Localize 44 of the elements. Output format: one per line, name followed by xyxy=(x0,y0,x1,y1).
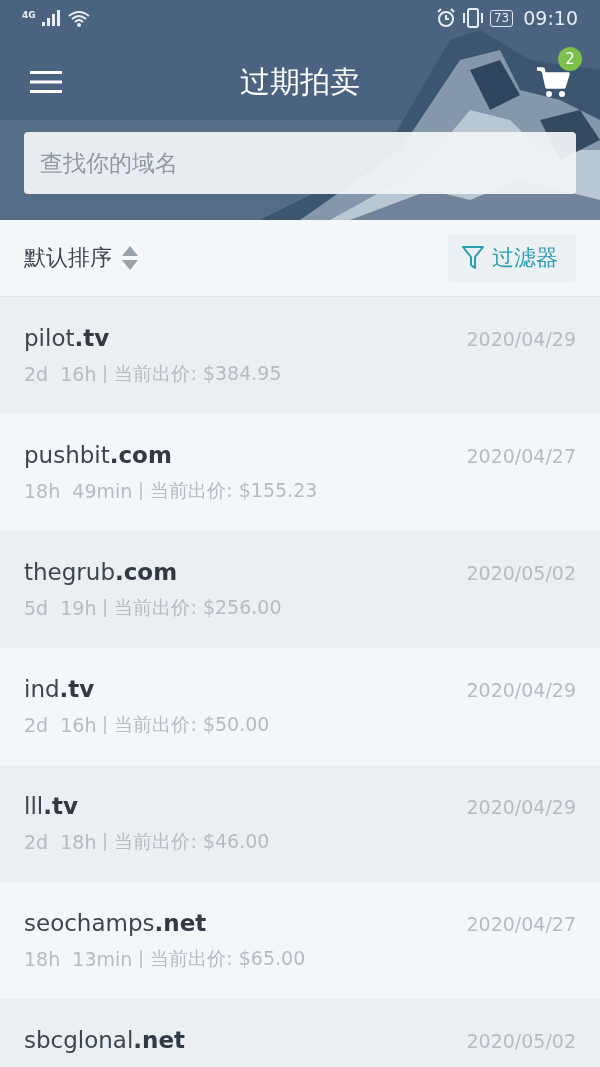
current-bid: 当前出价: $384.95 xyxy=(114,361,282,386)
auction-row[interactable]: lll.tv 2020/04/29 2d 18h 当前出价: $46.00 xyxy=(0,765,600,882)
current-bid: 当前出价: $50.00 xyxy=(114,712,270,737)
menu-icon[interactable] xyxy=(30,71,62,93)
time-left: 2d 16h xyxy=(24,363,97,385)
auction-date: 2020/04/27 xyxy=(466,913,576,935)
current-bid: 当前出价: $46.00 xyxy=(114,829,270,854)
auction-date: 2020/05/02 xyxy=(466,562,576,584)
auction-date: 2020/04/27 xyxy=(466,445,576,467)
current-bid: 当前出价: $65.00 xyxy=(150,946,306,971)
auction-row[interactable]: sbcglonal.net 2020/05/02 xyxy=(0,999,600,1067)
time-left: 2d 16h xyxy=(24,714,97,736)
domain-name: pilot.tv xyxy=(24,325,110,351)
domain-name: seochamps.net xyxy=(24,910,207,936)
domain-name: pushbit.com xyxy=(24,442,172,468)
auction-row[interactable]: pilot.tv 2020/04/29 2d 16h 当前出价: $384.95 xyxy=(0,297,600,414)
auction-date: 2020/04/29 xyxy=(466,679,576,701)
domain-name: ind.tv xyxy=(24,676,95,702)
time-left: 2d 18h xyxy=(24,831,97,853)
sort-button[interactable]: 默认排序 xyxy=(24,243,138,273)
filter-icon xyxy=(462,246,484,270)
search-field[interactable]: 查找你的域名 xyxy=(24,132,576,194)
domain-name: lll.tv xyxy=(24,793,78,819)
domain-name: sbcglonal.net xyxy=(24,1027,186,1053)
alarm-icon xyxy=(435,8,456,28)
cart-icon[interactable] xyxy=(536,65,570,99)
auction-date: 2020/04/29 xyxy=(466,796,576,818)
sort-icon xyxy=(122,246,138,270)
current-bid: 当前出价: $256.00 xyxy=(114,595,282,620)
battery-level: 73 xyxy=(489,9,514,27)
auction-date: 2020/05/02 xyxy=(466,1030,576,1052)
auction-date: 2020/04/29 xyxy=(466,328,576,350)
time-left: 18h 49min xyxy=(24,480,133,502)
network-label: 4G xyxy=(22,10,36,20)
page-title: 过期拍卖 xyxy=(240,63,360,99)
clock: 09:10 xyxy=(523,7,578,29)
time-left: 18h 13min xyxy=(24,948,133,970)
wifi-icon xyxy=(67,9,90,27)
current-bid: 当前出价: $155.23 xyxy=(150,478,318,503)
domain-name: thegrub.com xyxy=(24,559,178,585)
time-left: 5d 19h xyxy=(24,597,97,619)
vibrate-icon xyxy=(461,8,484,28)
signal-icon xyxy=(41,10,62,26)
auction-row[interactable]: thegrub.com 2020/05/02 5d 19h 当前出价: $256.00 xyxy=(0,531,600,648)
